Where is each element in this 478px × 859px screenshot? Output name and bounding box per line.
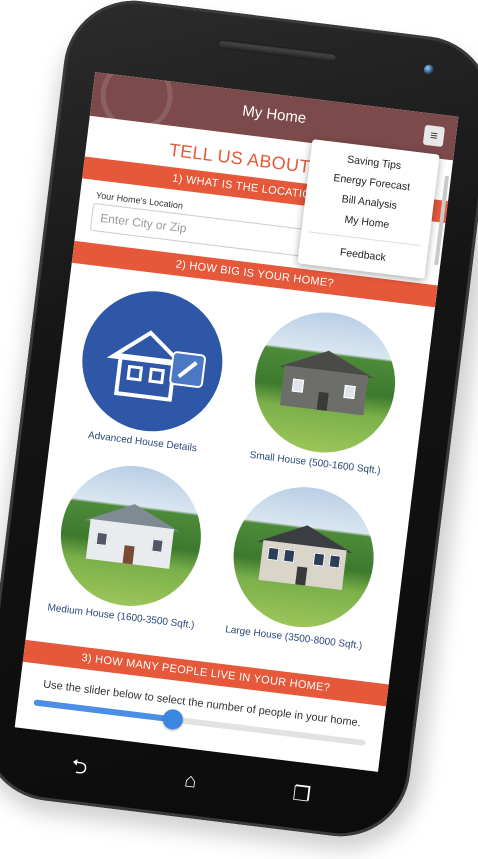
phone-device: My Home ≡ Saving Tips Energy Forecast Bi… [0, 0, 478, 845]
house-label-large: Large House (3500-8000 Sqft.) [224, 624, 363, 652]
back-icon[interactable]: ⮌ [65, 755, 93, 780]
house-option-medium[interactable]: Medium House (1600-3500 Sqft.) [41, 457, 219, 632]
slider-handle[interactable] [161, 708, 185, 731]
speaker-grille [217, 38, 338, 63]
house-option-advanced[interactable]: Advanced House Details [62, 282, 240, 457]
house-label-medium: Medium House (1600-3500 Sqft.) [46, 602, 196, 632]
menu-button[interactable]: ≡ [422, 124, 446, 148]
blueprint-house-icon [106, 330, 206, 402]
app-screen: My Home ≡ Saving Tips Energy Forecast Bi… [14, 72, 459, 772]
house-label-small: Small House (500-1600 Sqft.) [249, 449, 382, 477]
house-size-grid: Advanced House Details Small House (500-… [25, 263, 435, 685]
house-label-advanced: Advanced House Details [87, 430, 198, 455]
front-camera [423, 64, 435, 76]
menu-icon: ≡ [429, 127, 439, 144]
large-house-image [225, 479, 382, 636]
recents-icon[interactable]: ❐ [287, 782, 315, 807]
dropdown-menu: Saving Tips Energy Forecast Bill Analysi… [297, 139, 440, 279]
advanced-house-image [74, 283, 231, 440]
small-house-image [247, 304, 404, 461]
house-option-small[interactable]: Small House (500-1600 Sqft.) [235, 303, 413, 478]
medium-house-image [52, 457, 209, 614]
home-icon[interactable]: ⌂ [176, 769, 204, 794]
house-option-large[interactable]: Large House (3500-8000 Sqft.) [214, 478, 392, 653]
